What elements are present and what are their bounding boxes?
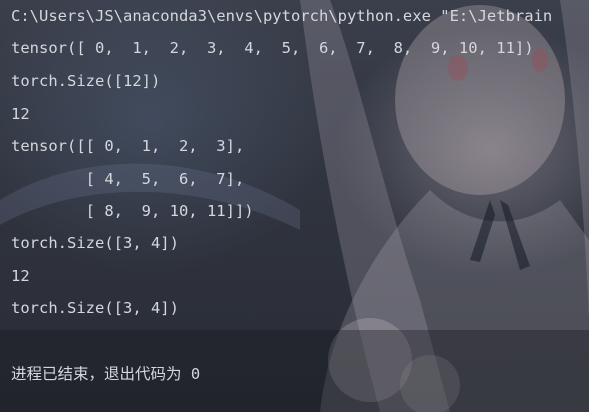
- console-line-size-2d-1: torch.Size([3, 4]): [11, 234, 179, 252]
- console-line-numel-2: 12: [11, 267, 30, 285]
- console-line-size-1d: torch.Size([12]): [11, 72, 161, 90]
- console-line-process-exit: 进程已结束，退出代码为 0: [11, 365, 201, 383]
- console-line-command: C:\Users\JS\anaconda3\envs\pytorch\pytho…: [11, 7, 553, 25]
- console-line-tensor-2d-row3: [ 8, 9, 10, 11]]): [11, 202, 254, 220]
- console-line-tensor-2d-row1: tensor([[ 0, 1, 2, 3],: [11, 137, 245, 155]
- console-line-size-2d-2: torch.Size([3, 4]): [11, 299, 179, 317]
- run-console-output[interactable]: C:\Users\JS\anaconda3\envs\pytorch\pytho…: [0, 0, 589, 412]
- console-line-numel-1: 12: [11, 105, 30, 123]
- console-line-tensor-2d-row2: [ 4, 5, 6, 7],: [11, 170, 245, 188]
- console-line-tensor-1d: tensor([ 0, 1, 2, 3, 4, 5, 6, 7, 8, 9, 1…: [11, 39, 534, 57]
